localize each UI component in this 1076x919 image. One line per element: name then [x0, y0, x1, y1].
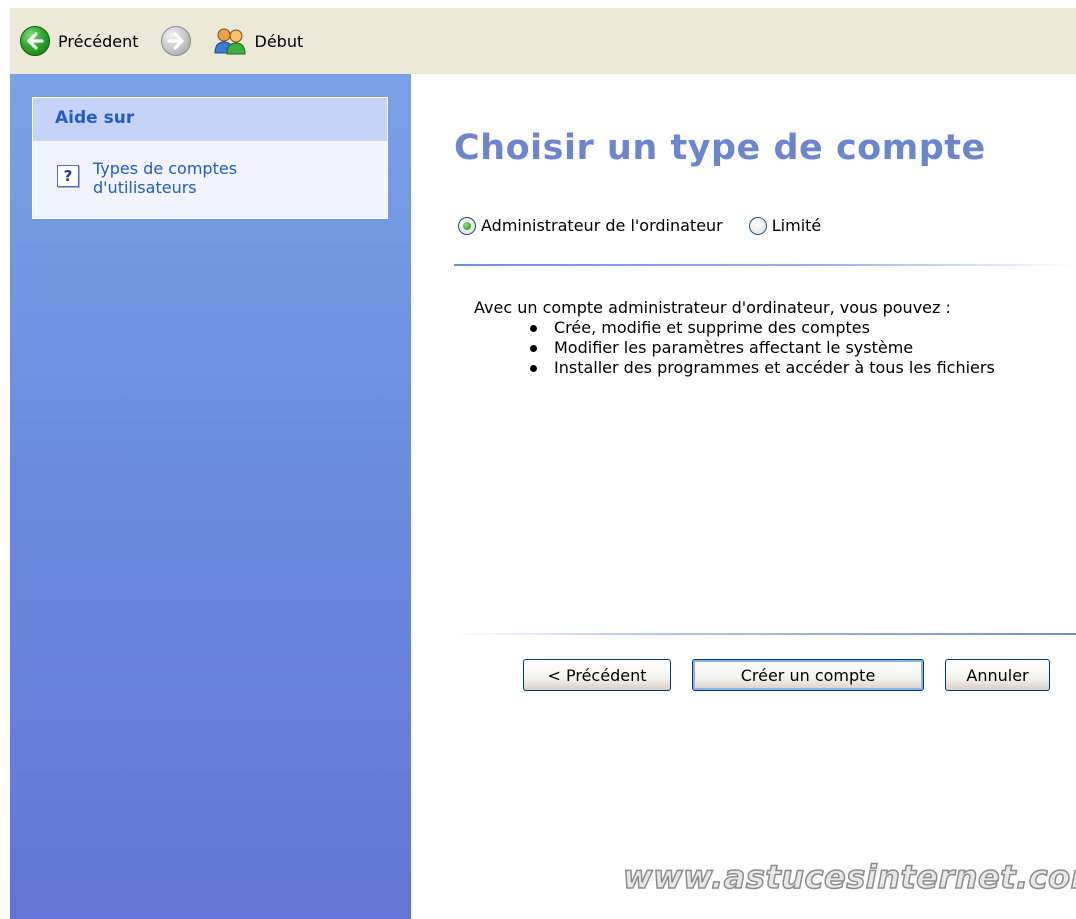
radio-admin-label: Administrateur de l'ordinateur — [481, 216, 723, 235]
help-link-account-types[interactable]: ? Types de comptes d'utilisateurs — [33, 141, 387, 197]
back-button[interactable]: Précédent — [14, 21, 145, 61]
separator-top — [454, 264, 1076, 266]
radio-admin[interactable]: Administrateur de l'ordinateur — [458, 216, 723, 235]
list-item: Modifier les paramètres affectant le sys… — [524, 338, 1064, 358]
description: Avec un compte administrateur d'ordinate… — [474, 298, 1064, 378]
help-header: Aide sur — [33, 98, 387, 141]
cancel-button[interactable]: Annuler — [945, 659, 1050, 691]
top-strip — [0, 0, 1076, 8]
account-type-radio-group: Administrateur de l'ordinateur Limité — [458, 216, 821, 235]
forward-arrow-icon — [160, 26, 191, 56]
toolbar: Précédent Début — [10, 8, 1076, 74]
watermark: www.astucesinternet.com — [622, 857, 1076, 897]
list-item: Crée, modifie et supprime des comptes — [524, 318, 1064, 338]
sidebar: Aide sur ? Types de comptes d'utilisateu… — [10, 74, 411, 919]
privileges-list: Crée, modifie et supprime des comptes Mo… — [524, 318, 1064, 378]
help-question-icon: ? — [57, 165, 79, 187]
main-content: Choisir un type de compte Administrateur… — [411, 74, 1076, 919]
create-account-button[interactable]: Créer un compte — [692, 659, 924, 691]
radio-limited-label: Limité — [771, 216, 822, 235]
forward-button[interactable] — [155, 21, 197, 61]
radio-admin-circle[interactable] — [458, 216, 476, 235]
home-button[interactable]: Début — [207, 21, 310, 61]
back-label: Précédent — [58, 31, 139, 51]
help-link-label: Types de comptes d'utilisateurs — [93, 159, 238, 197]
users-icon — [213, 26, 247, 56]
description-intro: Avec un compte administrateur d'ordinate… — [474, 298, 951, 317]
separator-bottom — [454, 633, 1076, 635]
previous-button[interactable]: < Précédent — [523, 659, 671, 691]
page-title: Choisir un type de compte — [454, 128, 986, 168]
button-row: < Précédent Créer un compte Annuler — [523, 659, 1050, 691]
radio-limited-circle[interactable] — [748, 216, 767, 235]
home-label: Début — [254, 31, 304, 51]
back-arrow-icon — [20, 26, 50, 56]
radio-selected-dot — [463, 221, 471, 230]
help-panel: Aide sur ? Types de comptes d'utilisateu… — [32, 97, 388, 219]
list-item: Installer des programmes et accéder à to… — [524, 358, 1064, 378]
radio-limited[interactable]: Limité — [748, 216, 822, 235]
